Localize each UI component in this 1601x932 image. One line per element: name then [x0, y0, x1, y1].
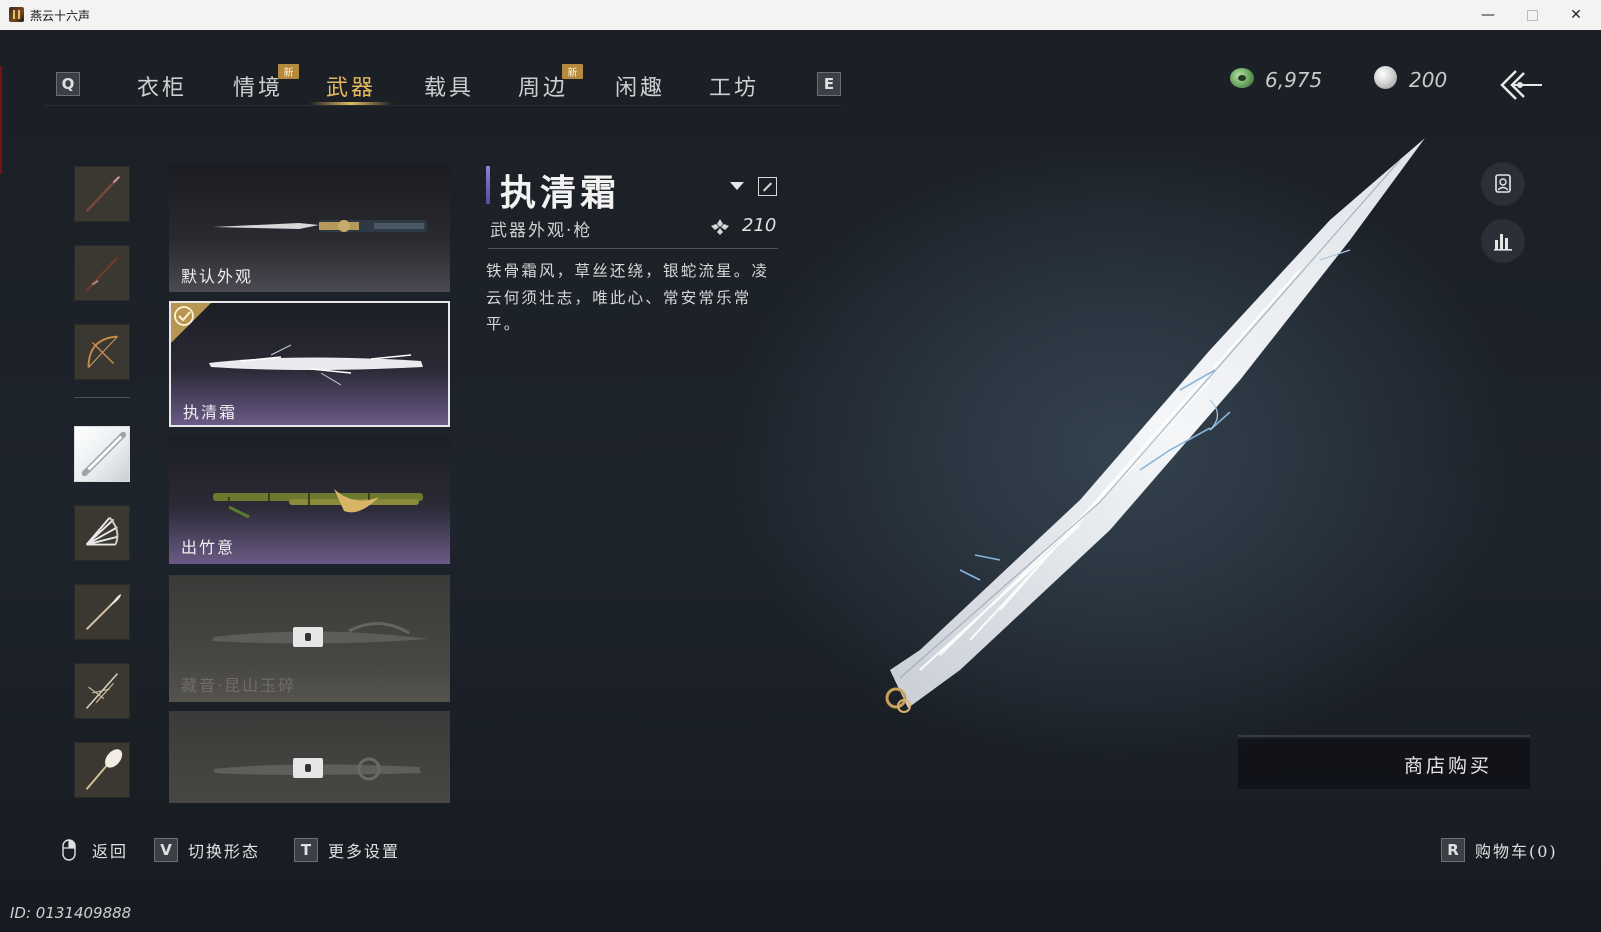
lock-icon	[293, 758, 323, 778]
cart-label: 购物车(0)	[1475, 842, 1558, 861]
spear-icon[interactable]	[74, 245, 130, 301]
portrait-button[interactable]	[1482, 163, 1524, 205]
card-label: 执清霜	[183, 403, 238, 422]
whisk-icon[interactable]	[74, 742, 130, 798]
weapon-card-selected[interactable]: 执清霜	[169, 301, 450, 427]
tab-vehicles[interactable]: 载具	[424, 70, 474, 102]
tab-scenes[interactable]: 情境	[233, 70, 283, 102]
weapon-card[interactable]: 默认外观	[169, 165, 450, 292]
close-button[interactable]: ✕	[1554, 0, 1598, 30]
maximize-button[interactable]	[1510, 0, 1554, 30]
tab-merch[interactable]: 周边	[518, 70, 568, 102]
minimize-button[interactable]: —	[1466, 0, 1510, 30]
chevron-down-icon[interactable]	[730, 182, 744, 190]
back-hint-label: 返回	[92, 842, 129, 861]
weapon-card-locked[interactable]: 藏音·昆山玉碎	[169, 575, 450, 702]
back-arrow-icon[interactable]	[1498, 68, 1544, 102]
next-tab-key[interactable]: E	[817, 72, 841, 96]
flower-currency-icon	[711, 219, 729, 235]
more-settings-label: 更多设置	[328, 842, 401, 861]
cart-key: R	[1441, 838, 1465, 862]
edit-icon[interactable]	[758, 177, 777, 196]
more-settings-hint[interactable]: T 更多设置	[294, 838, 400, 862]
checkmark-icon	[171, 303, 211, 343]
edge-accent	[0, 66, 2, 174]
tab-workshop[interactable]: 工坊	[709, 70, 759, 102]
prev-tab-key[interactable]: Q	[56, 72, 80, 96]
new-badge: 新	[278, 64, 299, 79]
pearl-icon	[1374, 66, 1397, 89]
card-label: 默认外观	[181, 267, 254, 286]
window-titlebar: 燕云十六声 — ✕	[0, 0, 1601, 31]
category-divider	[74, 397, 130, 398]
item-description: 铁骨霜风，草丝还绕，银蛇流星。凌云何须壮志，唯此心、常安常乐常平。	[486, 262, 770, 333]
more-settings-key: T	[294, 838, 318, 862]
switch-form-hint[interactable]: V 切换形态	[154, 838, 260, 862]
card-label: 出竹意	[181, 538, 236, 557]
window-title: 燕云十六声	[30, 9, 91, 23]
tab-bar-divider	[44, 105, 841, 106]
player-id: ID: 0131409888	[10, 904, 132, 922]
jade-amount: 6,975	[1265, 68, 1323, 92]
app-icon	[9, 7, 24, 22]
tab-weapons[interactable]: 武器	[326, 70, 376, 102]
brush-icon[interactable]	[74, 584, 130, 640]
shop-divider	[1238, 735, 1530, 737]
shop-buy-button[interactable]: 商店购买	[1238, 739, 1530, 789]
white-spear-icon[interactable]	[74, 426, 130, 482]
fan-icon[interactable]	[74, 505, 130, 561]
back-hint[interactable]: 返回	[62, 838, 128, 862]
spear-icon[interactable]	[74, 166, 130, 222]
locked-spear-icon	[213, 757, 421, 781]
item-price: 210	[742, 215, 777, 236]
mouse-icon	[62, 839, 76, 861]
umbrella-frame-icon[interactable]	[74, 663, 130, 719]
bar-chart-icon	[1494, 234, 1512, 251]
stats-button[interactable]	[1482, 220, 1524, 262]
game-viewport: Q 衣柜 情境 新 武器 载具 周边 新 闲趣 工坊 E 6,975 200 默…	[0, 30, 1601, 932]
shop-buy-label: 商店购买	[1403, 755, 1492, 777]
new-badge: 新	[562, 64, 583, 79]
lock-icon	[293, 627, 323, 647]
detail-divider	[488, 248, 778, 249]
switch-form-label: 切换形态	[188, 842, 261, 861]
switch-form-key: V	[154, 838, 178, 862]
title-accent	[486, 166, 490, 204]
pearl-amount: 200	[1409, 68, 1448, 92]
item-title: 执清霜	[500, 172, 621, 214]
portrait-icon	[1495, 174, 1511, 193]
weapon-card-locked[interactable]	[169, 711, 450, 803]
card-label: 藏音·昆山玉碎	[181, 676, 297, 695]
cart-hint[interactable]: R 购物车(0)	[1441, 838, 1558, 862]
jade-coin-icon	[1230, 68, 1254, 88]
bow-icon[interactable]	[74, 324, 130, 380]
item-category: 武器外观·枪	[490, 221, 593, 241]
weapon-preview[interactable]	[880, 130, 1440, 750]
weapon-card[interactable]: 出竹意	[169, 437, 450, 564]
tab-wardrobe[interactable]: 衣柜	[137, 70, 187, 102]
tab-leisure[interactable]: 闲趣	[615, 70, 665, 102]
